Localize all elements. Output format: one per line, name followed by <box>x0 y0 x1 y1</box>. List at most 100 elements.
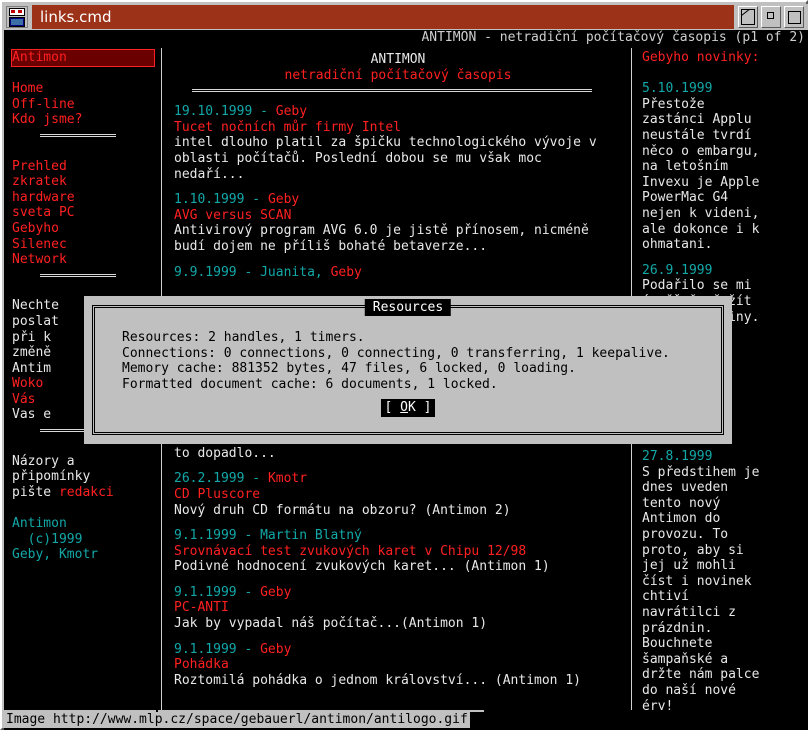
feedback-link-redakci[interactable]: redakci <box>59 485 114 500</box>
article-author[interactable]: Geby <box>260 585 291 600</box>
ok-button[interactable]: [ OK ] <box>380 399 436 417</box>
article-author-2[interactable]: Geby <box>331 265 362 280</box>
article-date: 9.1.1999 <box>174 584 237 600</box>
news-body: S předstihem je dnes uveden tento nový A… <box>642 464 760 710</box>
article-sep: - <box>236 528 261 544</box>
article-meta: 9.1.1999 - Geby <box>174 642 291 657</box>
copyright-line-3: Geby, Kmotr <box>12 547 99 563</box>
resources-dialog[interactable]: Resources Resources: 2 handles, 1 timers… <box>84 296 732 444</box>
article-item: 26.2.1999 - Kmotr CD Pluscore Nový druh … <box>174 471 622 518</box>
news-date: 26.9.1999 <box>642 262 713 278</box>
sidebar-divider-1 <box>40 133 116 137</box>
article-meta: 1.10.1999 - Geby <box>174 192 299 207</box>
sidebar-item-zkratek[interactable]: zkratek <box>12 174 154 190</box>
article-item: 19.10.1999 - Geby Tucet nočních můr firm… <box>174 104 622 182</box>
sidebar-item-home[interactable]: Home <box>12 81 154 97</box>
sidebar-item-offline[interactable]: Off-line <box>12 97 154 113</box>
dialog-button-row: [ OK ] <box>84 396 732 417</box>
sidebar-item-gebyho[interactable]: Gebyho <box>12 221 154 237</box>
article-date: 9.1.1999 <box>174 528 237 544</box>
article-sep: - <box>244 471 268 487</box>
sidebar-item-prehled[interactable]: Prehled <box>12 159 154 175</box>
article-item: 9.1.1999 - Martin Blatný Srovnávací test… <box>174 528 622 575</box>
news-date: 5.10.1999 <box>642 81 713 97</box>
sidebar-divider-2 <box>40 273 116 277</box>
article-title[interactable]: AVG versus SCAN <box>174 208 622 224</box>
article-sep: - <box>236 584 261 600</box>
article-meta: 9.1.1999 - Martin Blatný <box>174 528 362 543</box>
article-meta: 9.1.1999 - Geby <box>174 585 291 600</box>
window-title: links.cmd <box>40 8 112 26</box>
feedback-line-3: pište redakci <box>12 485 154 501</box>
article-body: intel dlouho platil za špičku technologi… <box>174 135 597 182</box>
article-date: 9.9.1999 <box>174 264 237 280</box>
article-meta: 26.2.1999 - Kmotr <box>174 471 307 486</box>
article-item: 1.10.1999 - Geby AVG versus SCAN Antivir… <box>174 192 622 254</box>
article-sep: - <box>236 264 261 280</box>
article-date: 26.2.1999 <box>174 471 245 487</box>
news-heading: Gebyho novinky: <box>642 50 760 65</box>
dialog-body-text: Resources: 2 handles, 1 timers. Connecti… <box>122 330 670 392</box>
article-meta: 19.10.1999 - Geby <box>174 104 307 119</box>
dialog-title: Resources <box>364 299 452 316</box>
article-sep: - <box>252 104 276 120</box>
sidebar-item-hardware[interactable]: hardware <box>12 190 154 206</box>
large-square-icon <box>788 11 801 24</box>
news-item: 27.8.1999 S předstihem je dnes uveden te… <box>642 449 804 710</box>
minimize-button[interactable] <box>738 6 758 28</box>
article-date: 1.10.1999 <box>174 192 245 208</box>
maximize-button[interactable] <box>784 6 804 28</box>
copyright-line-2: (c)1999 <box>12 531 83 547</box>
title-bar-strip[interactable]: links.cmd <box>32 5 734 29</box>
article-meta: 9.9.1999 - Juanita, Geby <box>174 265 362 280</box>
feedback-line-1: Názory a <box>12 453 75 469</box>
feedback-line-2: připomínky <box>12 469 91 485</box>
links-app-icon[interactable] <box>6 6 28 28</box>
article-title[interactable]: CD Pluscore <box>174 487 622 503</box>
title-bar[interactable]: links.cmd <box>4 4 808 30</box>
ok-prefix: [ <box>384 400 401 415</box>
status-bar: Image http://www.mlp.cz/space/gebauerl/a… <box>4 710 808 730</box>
article-sep: - <box>244 192 268 208</box>
sidebar-item-silenec[interactable]: Silenec <box>12 237 154 253</box>
content-divider <box>192 89 592 93</box>
ok-rest: K ] <box>408 400 432 415</box>
article-item: 9.9.1999 - Juanita, Geby <box>174 265 622 281</box>
article-author[interactable]: Geby <box>268 192 299 207</box>
article-body: Antivirový program AVG 6.0 je jistě přín… <box>174 223 589 254</box>
article-body: Nový druh CD formátu na obzoru? (Antimon… <box>174 502 511 518</box>
sidebar-item-kdo-jsme[interactable]: Kdo jsme? <box>12 112 154 128</box>
article-body: Roztomilá pohádka o jednom království...… <box>174 672 581 688</box>
article-title[interactable]: Tucet nočních můr firmy Intel <box>174 120 622 136</box>
sidebar-item-antimon[interactable]: Antimon <box>11 49 155 67</box>
article-date: 9.1.1999 <box>174 641 237 657</box>
article-author[interactable]: Kmotr <box>268 471 307 486</box>
sidebar-item-network[interactable]: Network <box>12 252 154 268</box>
article-item: 9.1.1999 - Geby PC-ANTI Jak by vypadal n… <box>174 585 622 632</box>
site-logo-subtitle: netradiční počítačový časopis <box>284 67 512 83</box>
article-title[interactable]: PC-ANTI <box>174 600 622 616</box>
status-bar-text: Image http://www.mlp.cz/space/gebauerl/a… <box>4 712 470 728</box>
article-author-1[interactable]: Juanita, <box>260 265 330 280</box>
copyright-line-1: Antimon <box>12 516 67 532</box>
restore-button[interactable] <box>761 6 781 28</box>
window-controls <box>738 6 804 28</box>
ok-accelerator: O <box>400 400 408 415</box>
news-body: Přestože zastánci Applu neustále tvrdí n… <box>642 96 760 253</box>
article-author[interactable]: Martin Blatný <box>260 528 362 543</box>
document-title-header: ANTIMON - netradiční počítačový časopis … <box>421 30 805 45</box>
small-square-icon <box>767 12 774 19</box>
article-author[interactable]: Geby <box>276 104 307 119</box>
news-item: 5.10.1999 Přestože zastánci Applu neustá… <box>642 81 804 253</box>
diagonal-icon <box>741 9 755 25</box>
screen: links.cmd ANTIMON - netradiční počítačov… <box>0 0 808 730</box>
article-date: 19.10.1999 <box>174 104 253 120</box>
article-author[interactable]: Geby <box>260 642 291 657</box>
article-body: Podivné hodnocení zvukových karet... (An… <box>174 559 550 575</box>
article-title[interactable]: Pohádka <box>174 657 622 673</box>
news-date: 27.8.1999 <box>642 449 713 465</box>
site-logo-title: ANTIMON <box>370 52 426 67</box>
article-title[interactable]: Srovnávací test zvukových karet v Chipu … <box>174 544 622 560</box>
sidebar-item-sveta-pc[interactable]: sveta PC <box>12 205 154 221</box>
article-item: 9.1.1999 - Geby Pohádka Roztomilá pohádk… <box>174 642 622 689</box>
